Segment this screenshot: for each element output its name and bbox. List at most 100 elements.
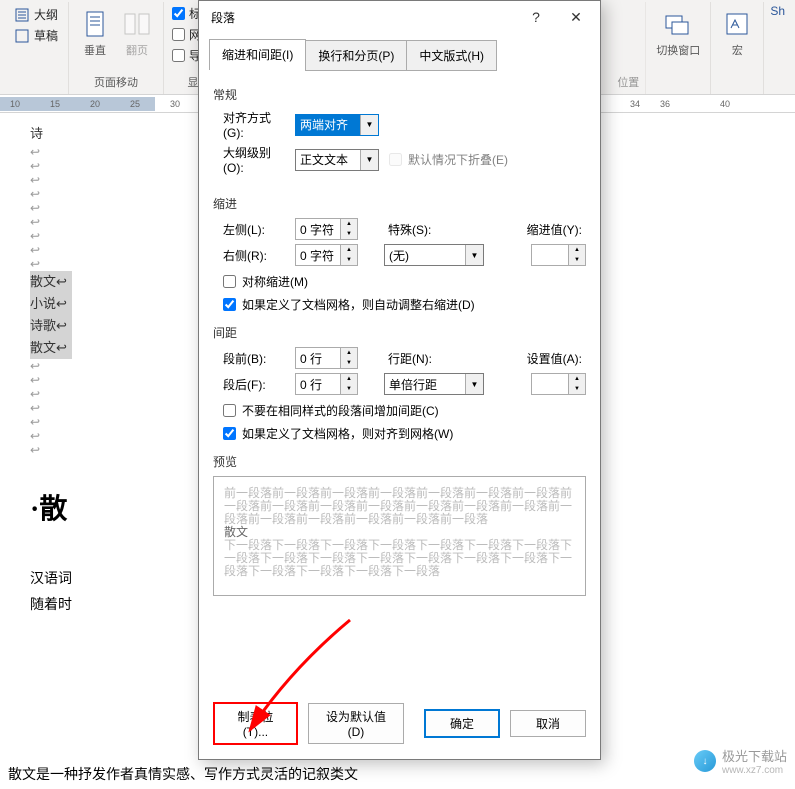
tab-indent-spacing[interactable]: 缩进和间距(I) [209,39,306,70]
outline-combo[interactable]: ▼ [295,149,379,171]
spin-up-icon[interactable]: ▲ [569,245,585,255]
ruler-mark: 36 [660,99,670,109]
preview-line: 前一段落前一段落前一段落前一段落前一段落前一段落前一段落前一段落前一段落前一段落… [224,487,575,526]
tab-line-page[interactable]: 换行和分页(P) [305,40,407,71]
outline-input[interactable] [296,150,360,170]
doc-line-selected: 诗歌↩ [30,315,72,337]
dialog-footer: 制表位(T)... 设为默认值(D) 确定 取消 [199,692,600,759]
preview-line: 下一段落下一段落下一段落下一段落下一段落下一段落下一段落下一段落下一段落下一段落… [224,539,575,578]
views-stack: 大纲 草稿 [10,4,62,46]
doc-body-text: 随着时 [30,593,72,619]
line-spacing-label: 行距(N): [384,350,436,367]
spin-down-icon[interactable]: ▼ [341,384,357,394]
position-group-name: 位置 [617,72,639,92]
para-mark: ↩ [30,173,72,187]
right-indent-label: 右侧(R): [213,247,289,264]
doc-body-text: 散文是一种抒发作者真情实感、写作方式灵活的记叙类文 [8,763,358,789]
special-combo[interactable]: ▼ [384,244,484,266]
switch-window-label: 切换窗口 [656,42,700,58]
before-input[interactable] [296,348,340,368]
spin-up-icon[interactable]: ▲ [341,374,357,384]
para-mark: ↩ [30,201,72,215]
ok-button[interactable]: 确定 [424,709,500,738]
collapse-label: 默认情况下折叠(E) [408,151,508,168]
align-input[interactable] [296,115,360,135]
section-indent: 缩进 [213,195,586,212]
indent-value-spinner[interactable]: ▲▼ [531,244,586,266]
vertical-button[interactable]: 垂直 [75,4,115,62]
chevron-down-icon[interactable]: ▼ [360,150,378,170]
left-indent-input[interactable] [296,219,340,239]
switch-window-icon [662,8,694,40]
spin-down-icon[interactable]: ▼ [341,255,357,265]
para-mark: ↩ [30,359,72,373]
snap-grid-label: 如果定义了文档网格，则对齐到网格(W) [242,425,453,442]
left-indent-spinner[interactable]: ▲▼ [295,218,358,240]
vertical-label: 垂直 [84,42,106,58]
collapse-checkbox: 默认情况下折叠(E) [385,148,508,171]
chevron-down-icon[interactable]: ▼ [465,245,483,265]
outline-label: 大纲 [34,6,58,23]
set-value-spinner[interactable]: ▲▼ [531,373,586,395]
tabs-button[interactable]: 制表位(T)... [213,702,298,745]
before-spinner[interactable]: ▲▼ [295,347,358,369]
right-indent-input[interactable] [296,245,340,265]
no-space-checkbox[interactable]: 不要在相同样式的段落间增加间距(C) [213,399,586,422]
flip-page-icon [121,8,153,40]
tab-chinese[interactable]: 中文版式(H) [406,40,497,71]
section-preview: 预览 [213,453,586,470]
chevron-down-icon[interactable]: ▼ [360,115,378,135]
para-mark: ↩ [30,401,72,415]
spin-up-icon[interactable]: ▲ [341,245,357,255]
watermark-icon: ↓ [694,750,716,772]
special-input[interactable] [385,245,465,265]
align-combo[interactable]: ▼ [295,114,379,136]
dialog-title: 段落 [211,9,516,26]
spin-up-icon[interactable]: ▲ [341,219,357,229]
ruler-mark: 34 [630,99,640,109]
help-button[interactable]: ? [516,2,556,32]
left-indent-label: 左侧(L): [213,221,289,238]
ruler-mark: 15 [50,99,60,109]
line-spacing-combo[interactable]: ▼ [384,373,484,395]
macro-label: 宏 [732,42,743,58]
macro-button[interactable]: 宏 [717,4,757,62]
sym-indent-checkbox[interactable]: 对称缩进(M) [213,270,586,293]
right-indent-spinner[interactable]: ▲▼ [295,244,358,266]
after-spinner[interactable]: ▲▼ [295,373,358,395]
chevron-down-icon[interactable]: ▼ [465,374,483,394]
after-input[interactable] [296,374,340,394]
dialog-titlebar[interactable]: 段落 ? ✕ [199,1,600,33]
close-button[interactable]: ✕ [556,2,596,32]
para-mark: ↩ [30,243,72,257]
draft-icon [14,28,30,44]
doc-heading: ·散 [30,487,72,527]
doc-line-selected: 散文↩ [30,337,72,359]
switch-window-button[interactable]: 切换窗口 [652,4,704,62]
outline-icon [14,7,30,23]
spin-down-icon[interactable]: ▼ [341,229,357,239]
outline-view-button[interactable]: 大纲 [10,4,62,25]
page-move-group-name: 页面移动 [94,72,138,92]
spin-up-icon[interactable]: ▲ [341,348,357,358]
snap-grid-checkbox[interactable]: 如果定义了文档网格，则对齐到网格(W) [213,422,586,445]
spin-down-icon[interactable]: ▼ [341,358,357,368]
auto-adjust-checkbox[interactable]: 如果定义了文档网格，则自动调整右缩进(D) [213,293,586,316]
para-mark: ↩ [30,443,72,457]
spin-up-icon[interactable]: ▲ [569,374,585,384]
set-value-input[interactable] [532,374,568,394]
spin-down-icon[interactable]: ▼ [569,384,585,394]
ruler-mark: 30 [170,99,180,109]
line-spacing-input[interactable] [385,374,465,394]
spin-down-icon[interactable]: ▼ [569,255,585,265]
position-group: 位置 [611,2,646,94]
para-mark: ↩ [30,145,72,159]
watermark: ↓ 极光下载站 www.xz7.com [694,746,787,776]
draft-view-button[interactable]: 草稿 [10,25,62,46]
cancel-button[interactable]: 取消 [510,710,586,737]
share-group: Sh [764,2,791,94]
set-default-button[interactable]: 设为默认值(D) [308,703,404,744]
flip-page-button[interactable]: 翻页 [117,4,157,62]
section-general: 常规 [213,86,586,103]
indent-value-input[interactable] [532,245,568,265]
